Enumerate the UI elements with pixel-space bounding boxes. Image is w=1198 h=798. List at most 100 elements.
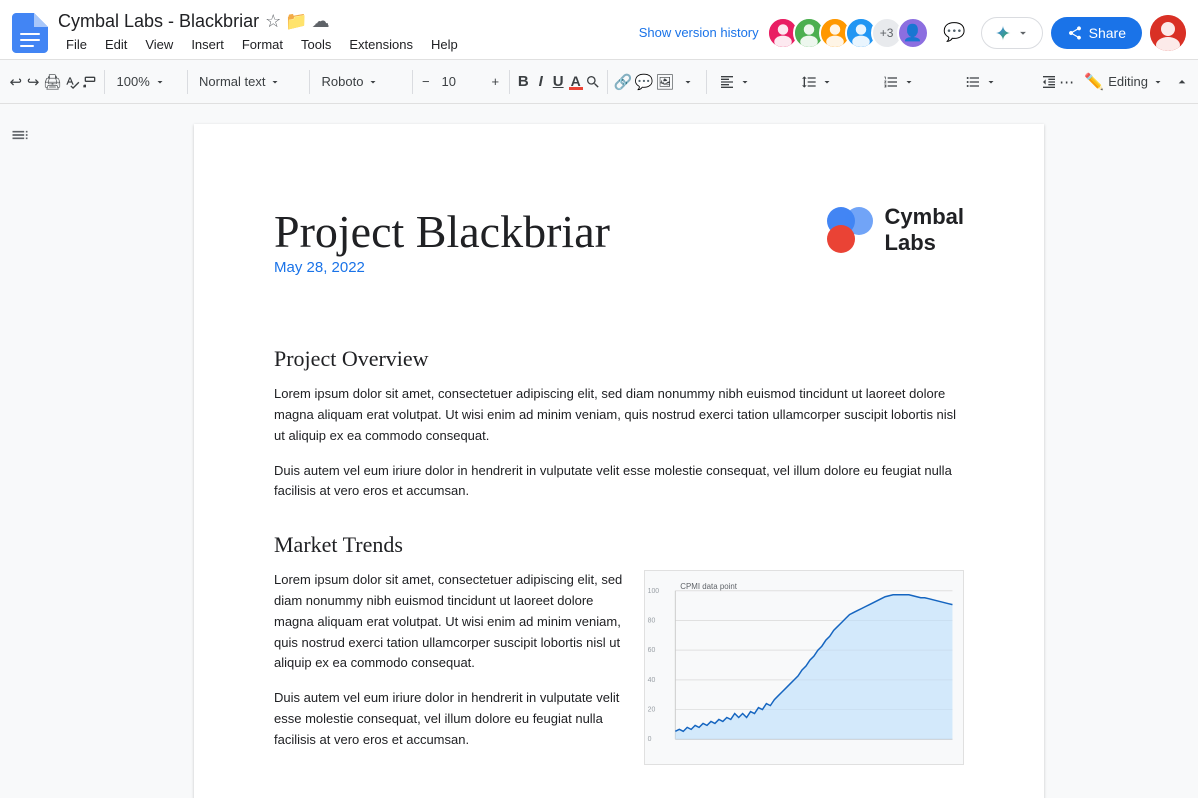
print-button[interactable]: 🖨 xyxy=(43,67,62,97)
zoom-selector[interactable]: 100% xyxy=(111,70,181,93)
svg-text:100: 100 xyxy=(648,588,660,595)
italic-button[interactable]: I xyxy=(533,67,548,97)
document-title: Project Blackbriar xyxy=(274,204,610,259)
font-value: Roboto xyxy=(322,74,364,89)
section-heading-project-overview: Project Overview xyxy=(274,346,964,372)
insert-link-button[interactable]: 🔗 xyxy=(614,67,633,97)
svg-text:40: 40 xyxy=(648,677,656,684)
increase-font-button[interactable]: + xyxy=(488,67,503,97)
editing-mode-dropdown xyxy=(1152,76,1164,88)
bold-button[interactable]: B xyxy=(516,67,531,97)
right-controls: +3 👤 💬 Share xyxy=(767,15,1186,51)
menu-edit[interactable]: Edit xyxy=(97,35,135,54)
market-text: Lorem ipsum dolor sit amet, consectetuer… xyxy=(274,570,624,764)
svg-text:20: 20 xyxy=(648,707,656,714)
list-unordered-selector[interactable] xyxy=(959,70,1039,94)
line-spacing-selector[interactable] xyxy=(795,70,875,94)
svg-text:60: 60 xyxy=(648,647,656,654)
doc-title-area: Cymbal Labs - Blackbriar ☆ 📁 ☁ File Edit… xyxy=(58,11,631,54)
line-spacing-icon xyxy=(801,74,817,90)
doc-icon xyxy=(12,13,48,53)
cymbal-logo-circles xyxy=(825,205,875,255)
spellcheck-button[interactable] xyxy=(64,67,80,97)
editing-mode-label: Editing xyxy=(1108,74,1148,89)
sidebar-toggle xyxy=(0,104,40,798)
editing-mode-button[interactable]: ✏️ Editing xyxy=(1076,68,1172,96)
project-overview-paragraph-2: Duis autem vel eum iriure dolor in hendr… xyxy=(274,461,964,503)
toolbar-divider-5 xyxy=(509,70,510,94)
alignment-selector[interactable] xyxy=(713,70,793,94)
toolbar-divider-2 xyxy=(187,70,188,94)
comments-button[interactable]: 💬 xyxy=(937,15,973,51)
style-value: Normal text xyxy=(199,74,265,89)
style-selector[interactable]: Normal text xyxy=(193,70,303,93)
undo-button[interactable]: ↩ xyxy=(8,67,23,97)
chart-label: CPMI data point xyxy=(680,582,737,591)
unordered-list-dropdown-icon xyxy=(985,76,997,88)
image-options-button[interactable] xyxy=(676,72,700,92)
decrease-font-button[interactable]: − xyxy=(418,67,433,97)
menu-extensions[interactable]: Extensions xyxy=(341,35,421,54)
section-heading-market-trends: Market Trends xyxy=(274,532,964,558)
market-trends-paragraph-2: Duis autem vel eum iriure dolor in hendr… xyxy=(274,688,624,750)
doc-title[interactable]: Cymbal Labs - Blackbriar xyxy=(58,11,259,32)
toolbar-divider-7 xyxy=(706,70,707,94)
star-icon[interactable]: ☆ xyxy=(265,11,281,32)
font-dropdown-icon xyxy=(367,76,379,88)
underline-button[interactable]: U xyxy=(550,67,565,97)
cloud-icon[interactable]: ☁ xyxy=(312,11,330,32)
toolbar-divider-4 xyxy=(412,70,413,94)
menu-file[interactable]: File xyxy=(58,35,95,54)
cymbal-logo-text: CymbalLabs xyxy=(885,204,964,257)
highlight-button[interactable] xyxy=(585,67,601,97)
text-color-bar xyxy=(569,87,583,90)
doc-area: Project Blackbriar May 28, 2022 CymbalLa… xyxy=(40,104,1198,798)
market-section-content: Lorem ipsum dolor sit amet, consectetuer… xyxy=(274,570,964,765)
share-label: Share xyxy=(1089,25,1126,41)
font-selector[interactable]: Roboto xyxy=(316,70,406,93)
share-icon xyxy=(1067,25,1083,41)
main-area: Project Blackbriar May 28, 2022 CymbalLa… xyxy=(0,104,1198,798)
collaborator-avatars: +3 👤 xyxy=(767,17,929,49)
market-chart-svg: CPMI data point 0 20 40 60 80 100 xyxy=(645,571,963,764)
paint-format-button[interactable] xyxy=(82,67,98,97)
project-overview-paragraph-1: Lorem ipsum dolor sit amet, consectetuer… xyxy=(274,384,964,446)
editing-mode-icon: ✏️ xyxy=(1084,72,1104,92)
menu-insert[interactable]: Insert xyxy=(183,35,232,54)
text-color-button[interactable]: A xyxy=(568,67,583,97)
folder-icon[interactable]: 📁 xyxy=(285,11,307,32)
cymbal-logo: CymbalLabs xyxy=(825,204,964,257)
top-bar: Cymbal Labs - Blackbriar ☆ 📁 ☁ File Edit… xyxy=(0,0,1198,60)
line-spacing-dropdown-icon xyxy=(821,76,833,88)
decrease-indent-button[interactable] xyxy=(1041,67,1057,97)
expand-toolbar-button[interactable] xyxy=(1174,67,1190,97)
insert-comment-button[interactable]: 💬 xyxy=(635,67,654,97)
zoom-dropdown-icon xyxy=(154,76,166,88)
outline-toggle-button[interactable] xyxy=(5,120,35,150)
gemini-dropdown-icon xyxy=(1016,26,1030,40)
insert-image-button[interactable]: 🖼 xyxy=(655,67,674,97)
gemini-button[interactable] xyxy=(981,17,1043,49)
menu-format[interactable]: Format xyxy=(234,35,291,54)
share-button[interactable]: Share xyxy=(1051,17,1142,49)
user-account-avatar[interactable] xyxy=(1150,15,1186,51)
menu-view[interactable]: View xyxy=(137,35,181,54)
svg-text:0: 0 xyxy=(648,736,652,743)
version-history-link[interactable]: Show version history xyxy=(631,21,767,44)
toolbar-divider-6 xyxy=(607,70,608,94)
ordered-list-icon xyxy=(883,74,899,90)
toolbar-divider-1 xyxy=(104,70,105,94)
redo-button[interactable]: ↪ xyxy=(25,67,40,97)
zoom-value: 100% xyxy=(117,74,150,89)
menu-tools[interactable]: Tools xyxy=(293,35,339,54)
image-options-dropdown xyxy=(682,76,694,88)
more-options-button[interactable]: ⋯ xyxy=(1059,67,1074,97)
ordered-list-dropdown-icon xyxy=(903,76,915,88)
list-ordered-selector[interactable] xyxy=(877,70,957,94)
font-size-selector[interactable]: 10 xyxy=(436,70,486,93)
doc-header: Project Blackbriar May 28, 2022 CymbalLa… xyxy=(274,204,964,306)
alignment-dropdown-icon xyxy=(739,76,751,88)
market-trends-section: Market Trends Lorem ipsum dolor sit amet… xyxy=(274,532,964,765)
menu-help[interactable]: Help xyxy=(423,35,466,54)
project-overview-section: Project Overview Lorem ipsum dolor sit a… xyxy=(274,346,964,502)
